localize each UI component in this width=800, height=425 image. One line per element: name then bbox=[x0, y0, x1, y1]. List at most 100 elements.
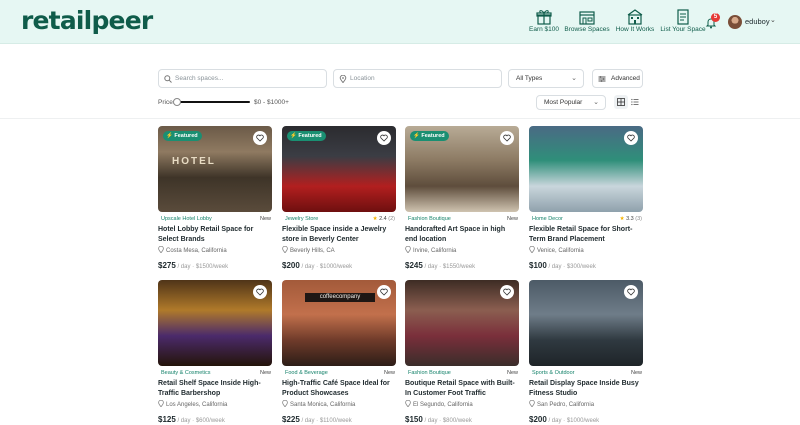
listing-card[interactable]: ⚡ Featured Jewelry Store ★ 2.4 (2) Flexi… bbox=[282, 126, 396, 270]
listing-photo[interactable] bbox=[529, 280, 643, 366]
location-text: Venice, California bbox=[537, 248, 584, 254]
listing-photo[interactable]: coffeecompany bbox=[282, 280, 396, 366]
price-per-day: $150 bbox=[405, 415, 423, 424]
advanced-filters-button[interactable]: Advanced bbox=[592, 69, 643, 88]
price-per-day: $125 bbox=[158, 415, 176, 424]
location-pin-icon bbox=[529, 245, 535, 254]
avatar[interactable] bbox=[728, 15, 742, 29]
featured-badge: ⚡ Featured bbox=[287, 131, 326, 141]
listing-card[interactable]: coffeecompany Food & Beverage New High-T… bbox=[282, 280, 396, 424]
type-select-value: All Types bbox=[516, 75, 543, 82]
location-pin-icon bbox=[158, 245, 164, 254]
star-icon: ★ bbox=[372, 216, 378, 222]
category-tag: Jewelry Store bbox=[285, 216, 319, 222]
location-pin-icon bbox=[282, 399, 288, 408]
location-text: Santa Monica, California bbox=[290, 402, 356, 408]
favorite-button[interactable] bbox=[377, 285, 391, 299]
location-pin-icon bbox=[405, 399, 411, 408]
favorite-button[interactable] bbox=[253, 131, 267, 145]
rating: ★ 3.3 (3) bbox=[620, 216, 642, 222]
price-per-day: $245 bbox=[405, 261, 423, 270]
sort-select[interactable]: Most Popular ⌄ bbox=[536, 95, 606, 110]
listing-photo[interactable]: HOTEL ⚡ Featured bbox=[158, 126, 272, 212]
price-per-day: $225 bbox=[282, 415, 300, 424]
listing-photo[interactable] bbox=[405, 280, 519, 366]
favorite-button[interactable] bbox=[624, 285, 638, 299]
listing-card[interactable]: Home Decor ★ 3.3 (3) Flexible Retail Spa… bbox=[529, 126, 643, 270]
list-view-button[interactable] bbox=[628, 95, 642, 109]
location-pin-icon bbox=[158, 399, 164, 408]
listing-title[interactable]: Flexible Space inside a Jewelry store in… bbox=[282, 225, 394, 245]
photo-sign-text: coffeecompany bbox=[305, 293, 375, 302]
listing-price: $100 / day · $300/week bbox=[529, 261, 596, 270]
price-per-day: $200 bbox=[529, 415, 547, 424]
nav-browse-spaces[interactable]: Browse Spaces bbox=[561, 9, 613, 33]
type-select[interactable]: All Types ⌄ bbox=[508, 69, 584, 88]
chevron-down-icon: ⌄ bbox=[593, 99, 599, 106]
nav-label: Browse Spaces bbox=[564, 26, 610, 33]
listing-title[interactable]: Retail Shelf Space Inside High-Traffic B… bbox=[158, 379, 270, 399]
favorite-button[interactable] bbox=[500, 131, 514, 145]
featured-badge: ⚡ Featured bbox=[163, 131, 202, 141]
listing-photo[interactable]: ⚡ Featured bbox=[282, 126, 396, 212]
building-icon bbox=[627, 9, 643, 25]
sliders-icon bbox=[598, 76, 606, 82]
listing-title[interactable]: High-Traffic Café Space Ideal for Produc… bbox=[282, 379, 394, 399]
listing-photo[interactable] bbox=[529, 126, 643, 212]
listing-card[interactable]: Fashion Boutique New Boutique Retail Spa… bbox=[405, 280, 519, 424]
review-count: (3) bbox=[635, 216, 642, 222]
listing-title[interactable]: Handcrafted Art Space in high end locati… bbox=[405, 225, 517, 245]
featured-label: Featured bbox=[421, 133, 445, 139]
nav-label: List Your Space bbox=[660, 26, 706, 33]
listing-title[interactable]: Flexible Retail Space for Short-Term Bra… bbox=[529, 225, 641, 245]
rating: ★ 2.4 (2) bbox=[373, 216, 395, 222]
new-badge: New bbox=[259, 370, 271, 376]
rating-value: 3.3 bbox=[626, 216, 634, 222]
listing-card[interactable]: Beauty & Cosmetics New Retail Shelf Spac… bbox=[158, 280, 272, 424]
top-header: retailpeer Earn $100 Browse Spaces How I… bbox=[0, 0, 800, 44]
category-tag: Sports & Outdoor bbox=[532, 370, 575, 376]
grid-view-button[interactable] bbox=[614, 95, 628, 109]
listing-card[interactable]: Sports & Outdoor New Retail Display Spac… bbox=[529, 280, 643, 424]
listing-title[interactable]: Retail Display Space Inside Busy Fitness… bbox=[529, 379, 641, 399]
listing-location: Santa Monica, California bbox=[282, 399, 356, 408]
price-per-day: $200 bbox=[282, 261, 300, 270]
price-per-week: $1550/week bbox=[442, 264, 476, 270]
location-pin-icon bbox=[405, 245, 411, 254]
price-per-week: $1500/week bbox=[195, 264, 229, 270]
favorite-button[interactable] bbox=[253, 285, 267, 299]
listing-price: $150 / day · $800/week bbox=[405, 415, 472, 424]
listing-card[interactable]: HOTEL ⚡ Featured Upscale Hotel Lobby New… bbox=[158, 126, 272, 270]
search-input[interactable]: Search spaces... bbox=[158, 69, 327, 88]
favorite-button[interactable] bbox=[500, 285, 514, 299]
per-day-label: / day bbox=[177, 264, 191, 270]
logo[interactable]: retailpeer bbox=[21, 6, 153, 35]
user-name[interactable]: eduboy bbox=[745, 17, 770, 26]
listing-location: Costa Mesa, California bbox=[158, 245, 227, 254]
listing-card[interactable]: ⚡ Featured Fashion Boutique New Handcraf… bbox=[405, 126, 519, 270]
category-tag: Fashion Boutique bbox=[408, 370, 451, 376]
favorite-button[interactable] bbox=[624, 131, 638, 145]
listing-location: Beverly Hills, CA bbox=[282, 245, 335, 254]
photo-sign-text: HOTEL bbox=[172, 156, 216, 167]
listing-title[interactable]: Boutique Retail Space with Built-In Cust… bbox=[405, 379, 517, 399]
per-day-label: / day bbox=[301, 418, 315, 424]
listing-photo[interactable] bbox=[158, 280, 272, 366]
favorite-button[interactable] bbox=[377, 131, 391, 145]
nav-list-your-space[interactable]: List Your Space bbox=[657, 9, 709, 33]
listing-title[interactable]: Hotel Lobby Retail Space for Select Bran… bbox=[158, 225, 270, 245]
category-tag: Food & Beverage bbox=[285, 370, 328, 376]
new-badge: New bbox=[506, 216, 518, 222]
listing-photo[interactable]: ⚡ Featured bbox=[405, 126, 519, 212]
heart-icon bbox=[380, 134, 388, 142]
location-pin-icon bbox=[282, 245, 288, 254]
heart-icon bbox=[627, 288, 635, 296]
location-input[interactable]: Location bbox=[333, 69, 502, 88]
listing-location: Irvine, California bbox=[405, 245, 456, 254]
chevron-down-icon[interactable]: ⌄ bbox=[770, 16, 776, 24]
search-placeholder: Search spaces... bbox=[175, 75, 224, 82]
location-text: San Pedro, California bbox=[537, 402, 595, 408]
nav-how-it-works[interactable]: How It Works bbox=[609, 9, 661, 33]
price-slider-handle[interactable] bbox=[173, 98, 181, 106]
price-slider[interactable] bbox=[176, 101, 250, 103]
